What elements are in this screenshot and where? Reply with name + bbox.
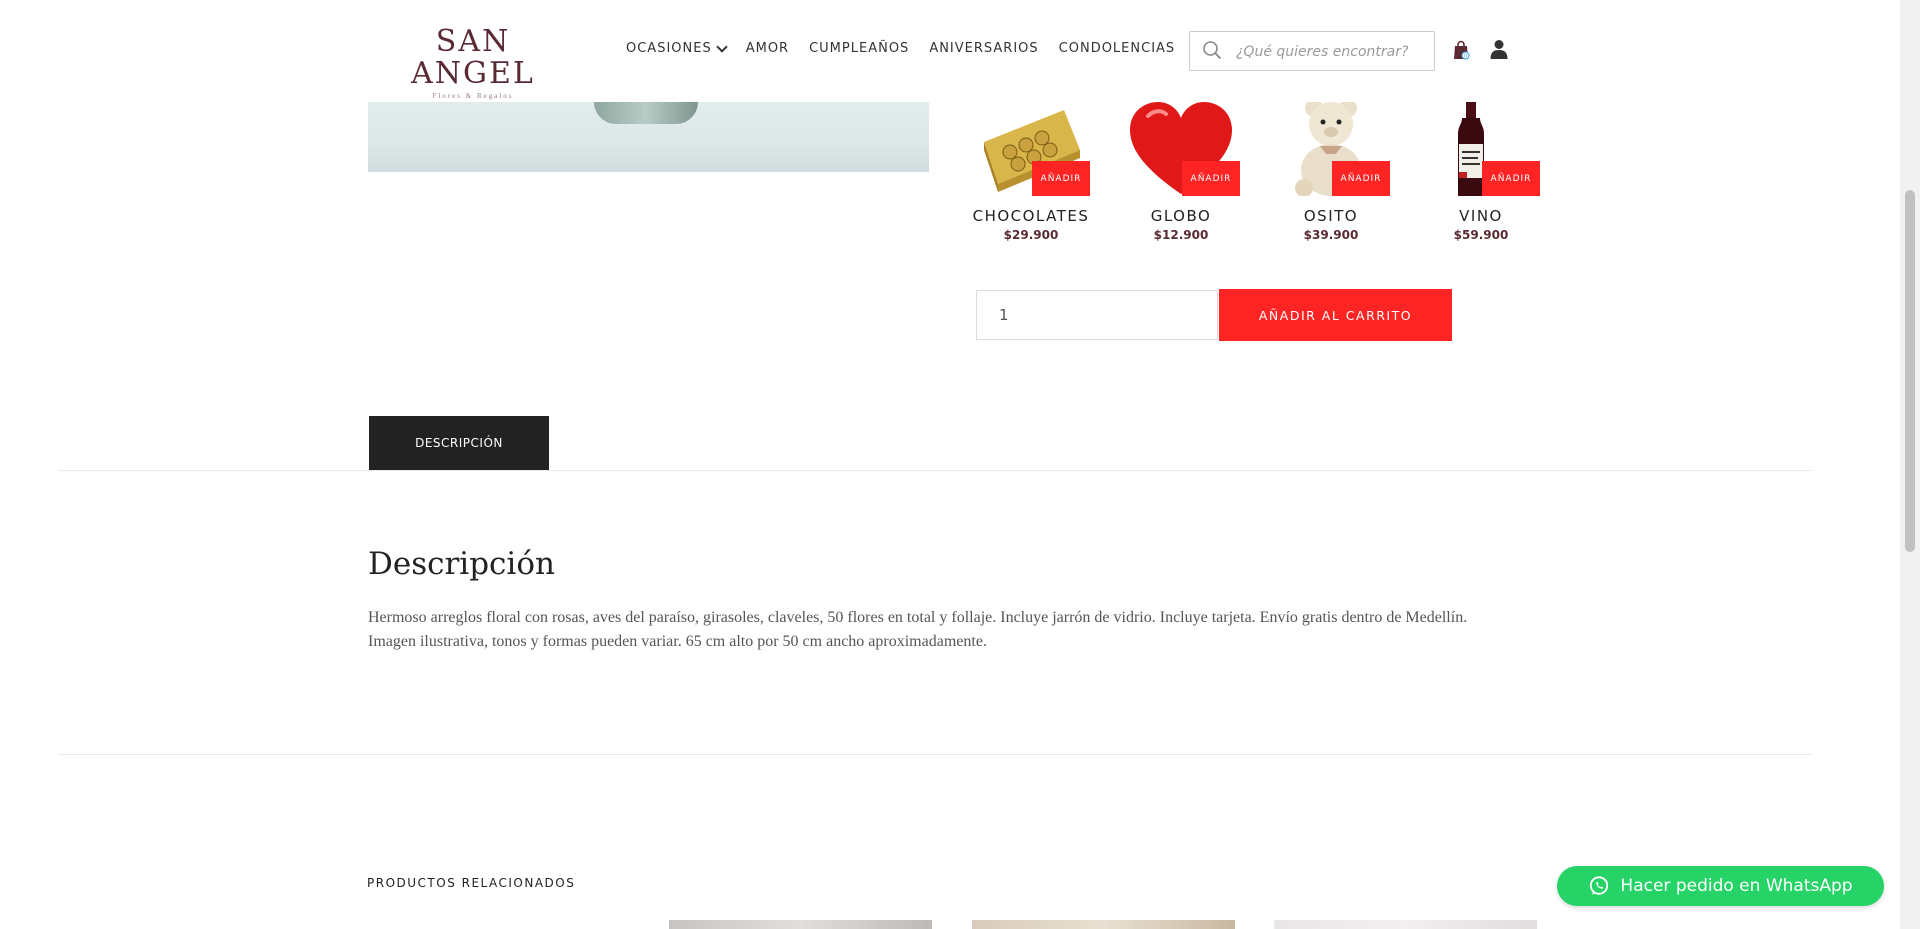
search-box xyxy=(1189,31,1435,72)
main-nav: OCASIONES AMOR CUMPLEAÑOS ANIVERSARIOS C… xyxy=(626,40,1195,56)
logo-text: SAN ANGEL xyxy=(411,24,535,91)
addon-price: $39.900 xyxy=(1303,228,1359,242)
tab-description[interactable]: DESCRIPCIÓN xyxy=(369,416,549,470)
addon-vino: AÑADIR VINO $59.900 xyxy=(1416,100,1546,250)
scrollbar-thumb[interactable] xyxy=(1905,190,1915,552)
related-products-heading: PRODUCTOS RELACIONADOS xyxy=(367,876,576,890)
add-osito-button[interactable]: AÑADIR xyxy=(1332,161,1390,196)
user-account-icon[interactable] xyxy=(1489,39,1509,59)
page-scrollbar[interactable] xyxy=(1900,0,1920,929)
add-globo-button[interactable]: AÑADIR xyxy=(1182,161,1240,196)
cart-count: 0 xyxy=(1464,54,1467,60)
addon-name: OSITO xyxy=(1303,207,1359,225)
glass-vase-base xyxy=(594,102,698,124)
whatsapp-icon xyxy=(1590,876,1609,895)
quantity-input[interactable] xyxy=(976,290,1218,340)
addon-chocolates: AÑADIR CHOCOLATES $29.900 xyxy=(966,100,1096,250)
addon-name: CHOCOLATES xyxy=(972,207,1090,225)
add-vino-button[interactable]: AÑADIR xyxy=(1482,161,1540,196)
description-text: Hermoso arreglos floral con rosas, aves … xyxy=(368,609,1468,650)
site-logo[interactable]: SAN ANGEL Flores & Regalos xyxy=(390,26,556,101)
related-product-thumbnail[interactable] xyxy=(1274,920,1537,929)
chevron-down-icon xyxy=(716,40,728,53)
whatsapp-order-button[interactable]: Hacer pedido en WhatsApp xyxy=(1557,866,1884,906)
addon-globo: AÑADIR GLOBO $12.900 xyxy=(1116,100,1246,250)
product-main-image[interactable] xyxy=(368,102,929,172)
nav-item-aniversarios[interactable]: ANIVERSARIOS xyxy=(929,41,1038,56)
shopping-bag-icon[interactable]: 0 xyxy=(1452,40,1470,60)
search-icon[interactable] xyxy=(1202,40,1222,60)
add-to-cart-button[interactable]: AÑADIR AL CARRITO xyxy=(1219,289,1452,341)
addon-price: $59.900 xyxy=(1453,228,1509,242)
nav-item-condolencias[interactable]: CONDOLENCIAS xyxy=(1059,41,1176,56)
related-product-thumbnail[interactable] xyxy=(972,920,1235,929)
addon-osito: AÑADIR OSITO $39.900 xyxy=(1266,100,1396,250)
addon-name: VINO xyxy=(1459,207,1503,225)
site-header: SAN ANGEL Flores & Regalos OCASIONES AMO… xyxy=(0,0,1900,102)
nav-item-amor[interactable]: AMOR xyxy=(746,41,789,56)
whatsapp-label: Hacer pedido en WhatsApp xyxy=(1620,876,1853,896)
divider xyxy=(58,754,1812,755)
nav-item-ocasiones[interactable]: OCASIONES xyxy=(626,40,728,56)
related-product-thumbnail[interactable] xyxy=(669,920,932,929)
addon-name: GLOBO xyxy=(1150,207,1212,225)
search-input[interactable] xyxy=(1234,32,1428,72)
logo-tagline: Flores & Regalos xyxy=(432,92,514,100)
nav-item-cumpleanos[interactable]: CUMPLEAÑOS xyxy=(809,41,909,56)
addon-price: $12.900 xyxy=(1153,228,1209,242)
add-chocolates-button[interactable]: AÑADIR xyxy=(1032,161,1090,196)
description-title: Descripción xyxy=(368,546,555,582)
divider xyxy=(58,470,1812,471)
addon-price: $29.900 xyxy=(1003,228,1059,242)
